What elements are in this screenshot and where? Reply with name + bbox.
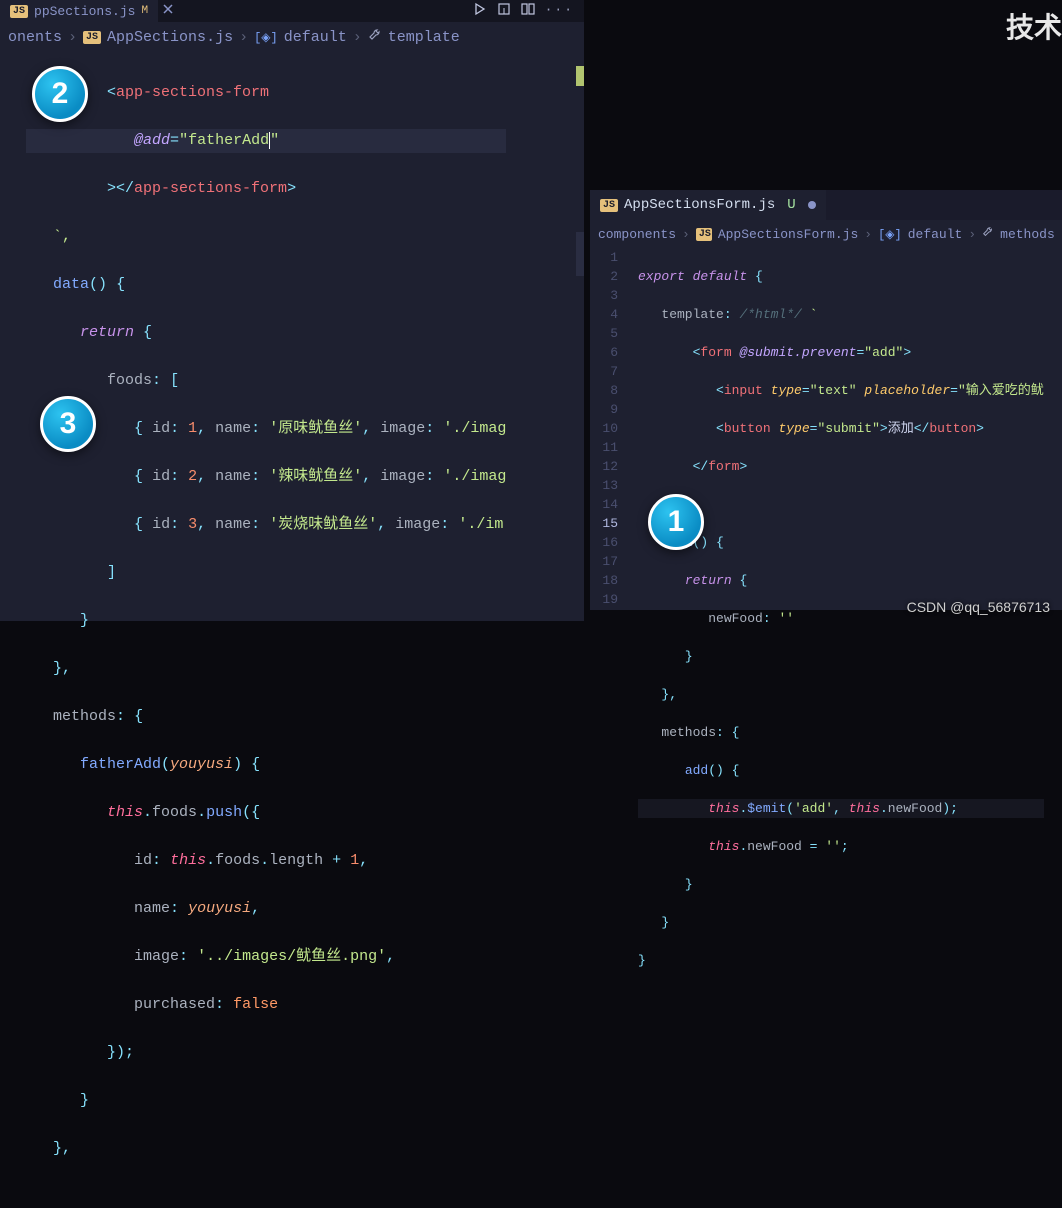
tab-filename: ppSections.js	[34, 4, 135, 19]
more-icon[interactable]: ···	[545, 2, 574, 20]
annotation-badge-3: 3	[40, 396, 96, 452]
chevron-icon: ›	[864, 227, 872, 242]
tab-filename: AppSectionsForm.js	[624, 197, 775, 213]
split-down-icon[interactable]	[497, 2, 511, 20]
line-gutter: 12345678910111213141516171819	[590, 248, 630, 1008]
minimap-marker	[576, 66, 584, 86]
watermark-top: 技术	[1006, 6, 1062, 46]
crumb-symbol[interactable]: methods	[1000, 227, 1055, 242]
close-icon[interactable]	[158, 3, 178, 19]
crumb-folder[interactable]: components	[598, 227, 676, 242]
code-content[interactable]: <app-sections-form @add="fatherAdd" ></a…	[18, 57, 506, 1208]
js-file-icon: JS	[10, 5, 28, 18]
minimap-marker	[576, 232, 584, 276]
chevron-icon: ›	[239, 29, 248, 46]
wrench-icon	[982, 226, 994, 242]
tab-bar: JS ppSections.js M ···	[0, 0, 584, 22]
tab-bar: JS AppSectionsForm.js U	[590, 190, 1062, 220]
crumb-file[interactable]: AppSections.js	[107, 29, 233, 46]
run-icon[interactable]	[473, 2, 487, 20]
breadcrumb[interactable]: onents › JS AppSections.js › [◈] default…	[0, 22, 584, 57]
chevron-icon: ›	[682, 227, 690, 242]
split-right-icon[interactable]	[521, 2, 535, 20]
code-editor[interactable]: 12345678910111213141516171819 export def…	[590, 248, 1062, 1008]
chevron-icon: ›	[68, 29, 77, 46]
code-content[interactable]: export default { template: /*html*/ ` <f…	[630, 248, 1044, 1008]
line-gutter	[0, 57, 18, 1208]
watermark: CSDN @qq_56876713	[907, 599, 1050, 615]
annotation-badge-2: 2	[32, 66, 88, 122]
tab-actions: ···	[473, 2, 584, 20]
wrench-icon	[368, 28, 382, 47]
chevron-icon: ›	[353, 29, 362, 46]
code-editor[interactable]: <app-sections-form @add="fatherAdd" ></a…	[0, 57, 584, 1208]
tab-untracked-indicator: U	[787, 197, 795, 213]
crumb-folder[interactable]: onents	[8, 29, 62, 46]
crumb-symbol[interactable]: template	[388, 29, 460, 46]
right-editor-pane: JS AppSectionsForm.js U components › JS …	[590, 190, 1062, 610]
js-file-icon: JS	[600, 199, 618, 212]
tab-appsectionsform[interactable]: JS AppSectionsForm.js U	[590, 190, 826, 220]
js-file-icon: JS	[83, 31, 101, 44]
chevron-icon: ›	[968, 227, 976, 242]
module-icon: [◈]	[254, 30, 278, 45]
tab-dirty-indicator	[808, 201, 816, 209]
tab-appsections[interactable]: JS ppSections.js M	[0, 0, 158, 22]
breadcrumb[interactable]: components › JS AppSectionsForm.js › [◈]…	[590, 220, 1062, 248]
crumb-symbol[interactable]: default	[284, 29, 347, 46]
crumb-file[interactable]: AppSectionsForm.js	[718, 227, 858, 242]
annotation-badge-1: 1	[648, 494, 704, 550]
tab-modified-indicator: M	[141, 5, 148, 17]
crumb-symbol[interactable]: default	[908, 227, 963, 242]
js-file-icon: JS	[696, 228, 712, 241]
module-icon: [◈]	[878, 227, 902, 242]
